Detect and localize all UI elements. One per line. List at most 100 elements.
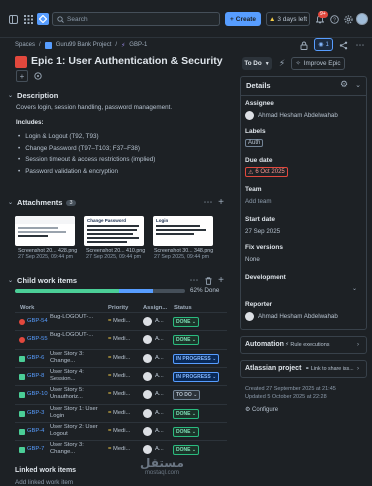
start-date-value[interactable]: 27 Sep 2025 [245,228,280,235]
status-badge[interactable]: DONE ⌄ [173,445,200,456]
child-key[interactable]: GBP-55 [27,336,48,343]
lightning-icon[interactable]: ⚡ [277,58,287,69]
improve-epic-button[interactable]: ✧ Improve Epic [291,57,345,70]
help-icon[interactable]: ? [329,14,339,24]
child-assignee[interactable]: A... [155,355,164,362]
column-header-work[interactable]: Work [20,305,34,311]
child-summary[interactable]: User Story 2: User Logout [50,424,100,438]
watermark-arabic: مستقل [140,456,184,470]
watch-button[interactable]: ◉ 1 [314,38,333,51]
issue-title[interactable]: Epic 1: User Authentication & Security [31,55,223,67]
child-key[interactable]: GBP-6 [27,355,44,362]
add-attachment-icon[interactable]: + [216,197,226,208]
create-button[interactable]: + Create [225,12,261,26]
table-row[interactable]: GBP-54 Bug-LOGOUT-... = Medi... A... DONE ⌄ [15,312,227,330]
fix-versions-value[interactable]: None [245,256,260,263]
add-child-icon[interactable]: + [216,275,226,286]
trial-days-button[interactable]: ▲ 3 days left [266,12,310,26]
table-row[interactable]: GBP-55 Bug-LOGOUT-... = Medi... A... DONE ⌄ [15,330,227,348]
chevron-down-icon[interactable]: ⌄ [350,284,359,292]
child-key[interactable]: GBP-54 [27,318,48,325]
child-assignee[interactable]: A... [155,446,164,453]
child-priority[interactable]: = Medi... [108,318,130,325]
table-row[interactable]: GBP-7 User Story 3: Change... = Medi... A..… [15,440,227,458]
table-row[interactable]: GBP-6 User Story 3: Change... = Medi... A..… [15,348,227,367]
status-badge[interactable]: DONE ⌄ [173,408,200,419]
more-icon[interactable]: ⋯ [189,275,199,285]
child-priority[interactable]: = Medi... [108,446,130,453]
add-icon[interactable]: + [16,70,28,82]
child-summary[interactable]: User Story 5: Unauthoriz... [50,387,100,401]
share-icon[interactable] [338,40,348,50]
status-badge[interactable]: DONE ⌄ [173,426,200,437]
child-assignee[interactable]: A... [155,391,164,398]
updated-timestamp: Updated 5 October 2025 at 22:28 [245,394,327,400]
status-badge[interactable]: DONE ⌄ [173,335,200,346]
table-row[interactable]: GBP-10 User Story 5: Unauthoriz... = Medi.… [15,385,227,403]
column-header-assignee[interactable]: Assign... [143,305,167,311]
column-header-status[interactable]: Status [174,305,192,311]
table-row[interactable]: GBP-3 User Story 1: User Login = Medi... A.… [15,403,227,422]
status-badge[interactable]: IN PROGRESS ⌄ [173,371,220,382]
assignee-value[interactable]: Ahmad Hesham Abdelwahab [258,112,338,119]
child-priority[interactable]: = Medi... [108,373,130,380]
reporter-value[interactable]: Ahmad Hesham Abdelwahab [258,313,338,320]
delete-icon[interactable] [203,276,213,285]
child-assignee[interactable]: A... [155,428,164,435]
configure-link[interactable]: ⚙ Configure [245,406,278,413]
child-summary[interactable]: User Story 3: Change... [50,351,100,365]
child-summary[interactable]: User Story 3: Change... [50,442,100,456]
child-key[interactable]: GBP-4 [27,428,44,435]
child-items-header[interactable]: ⌄ Child work items [8,276,77,285]
description-header[interactable]: ⌄ Description [8,91,58,100]
apps-icon[interactable] [32,70,44,82]
attachment-thumbnail[interactable]: Login [153,216,213,246]
breadcrumb-project[interactable]: Guru99 Bank Project [56,42,112,48]
status-badge[interactable]: IN PROGRESS ⌄ [173,353,220,364]
child-priority[interactable]: = Medi... [108,410,130,417]
jira-logo-icon[interactable] [37,13,49,25]
more-actions-icon[interactable]: ⋯ [354,40,366,50]
table-row[interactable]: GBP-8 User Story 4: Session... = Medi... A.… [15,366,227,385]
search-input[interactable]: Search [52,12,220,26]
child-key[interactable]: GBP-7 [27,446,44,453]
child-priority[interactable]: = Medi... [108,428,130,435]
child-key[interactable]: GBP-8 [27,373,44,380]
breadcrumb-spaces[interactable]: Spaces [15,42,35,48]
attachments-header[interactable]: ⌄ Attachments 3 [8,198,76,207]
child-summary[interactable]: User Story 1: User Login [50,406,100,420]
child-key[interactable]: GBP-10 [27,391,48,398]
settings-gear-icon[interactable] [343,14,353,24]
sidebar-toggle-icon[interactable] [8,14,18,24]
more-icon[interactable]: ⋯ [203,197,213,207]
attachment-thumbnail[interactable]: Change Password [84,216,144,246]
child-priority[interactable]: = Medi... [108,336,130,343]
child-assignee[interactable]: A... [155,336,164,343]
child-key[interactable]: GBP-3 [27,410,44,417]
due-date-value[interactable]: ⚠ 6 Oct 2025 [245,167,288,177]
label-tag[interactable]: Auth [245,139,264,147]
child-assignee[interactable]: A... [155,373,164,380]
child-assignee[interactable]: A... [155,410,164,417]
attachment-thumbnail[interactable] [15,216,75,246]
settings-gear-icon[interactable]: ⚙ [339,79,349,89]
child-priority[interactable]: = Medi... [108,355,130,362]
settings-gear-icon: ⚙ [245,407,253,413]
status-dropdown[interactable]: To Do ▼ [242,57,272,70]
child-assignee[interactable]: A... [155,318,164,325]
add-linked-item[interactable]: Add linked work item [15,479,73,486]
status-badge[interactable]: DONE ⌄ [173,317,200,327]
child-summary[interactable]: User Story 4: Session... [50,369,100,383]
team-value[interactable]: Add team [245,198,271,205]
app-switcher-icon[interactable] [23,14,33,24]
status-badge[interactable]: TO DO ⌄ [173,390,201,401]
lock-icon[interactable] [299,40,309,50]
child-summary[interactable]: Bug-LOGOUT-... [50,332,100,339]
child-summary[interactable]: Bug-LOGOUT-... [50,314,100,321]
user-avatar[interactable] [356,13,368,25]
breadcrumb-issue[interactable]: GBP-1 [129,42,147,48]
chevron-down-icon[interactable]: ⌄ [353,80,363,89]
column-header-priority[interactable]: Priority [108,305,128,311]
table-row[interactable]: GBP-4 User Story 2: User Logout = Medi... A… [15,421,227,440]
child-priority[interactable]: = Medi... [108,391,130,398]
